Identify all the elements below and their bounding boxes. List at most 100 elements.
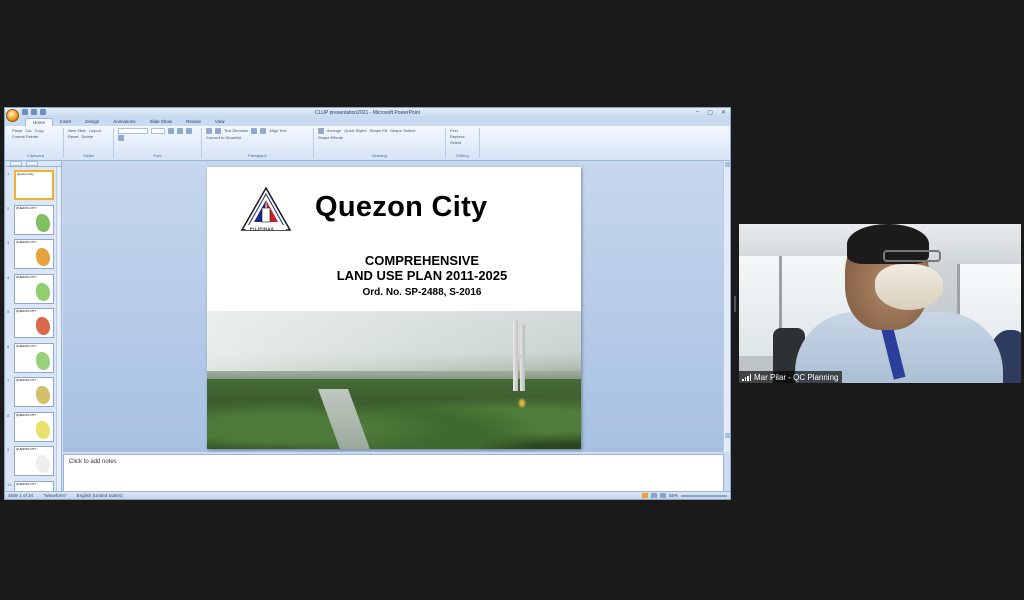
- thumbnail-row[interactable]: 7 QUEZON CITY: [6, 376, 56, 411]
- slide-vertical-scrollbar[interactable]: [723, 161, 730, 452]
- font-size-box[interactable]: [151, 128, 165, 134]
- panel-divider[interactable]: [734, 296, 736, 312]
- align-text-button[interactable]: Align Text: [269, 128, 286, 134]
- thumbnail-number: 9: [7, 447, 10, 452]
- layout-button[interactable]: Layout: [89, 128, 101, 133]
- font-name-box[interactable]: [118, 128, 148, 134]
- powerpoint-window: CLUP presentation2021 - Microsoft PowerP…: [4, 107, 731, 500]
- pane-tabs: [6, 161, 61, 167]
- slide-thumbnail[interactable]: QUEZON CITY: [14, 273, 54, 304]
- slide-sorter-icon[interactable]: [650, 493, 657, 498]
- language-indicator[interactable]: English (United States): [77, 493, 123, 498]
- office-button[interactable]: [6, 109, 19, 122]
- slide-thumbnail[interactable]: Quezon City: [14, 170, 54, 200]
- delete-button[interactable]: Delete: [81, 134, 93, 139]
- thumbnail-row[interactable]: 1 Quezon City: [6, 169, 56, 204]
- shape-fill-button[interactable]: Shape Fill: [369, 128, 387, 134]
- thumbnail-row[interactable]: 8 QUEZON CITY: [6, 411, 56, 446]
- current-slide[interactable]: PILIPINAS Quezon City COMPREHENSIVE LAND…: [207, 167, 581, 449]
- minimize-button[interactable]: –: [696, 109, 699, 116]
- tab-insert[interactable]: Insert: [53, 118, 78, 126]
- participant-video[interactable]: Mar Pilar - QC Planning: [739, 224, 1021, 383]
- tab-design[interactable]: Design: [78, 118, 106, 126]
- copy-button[interactable]: Copy: [34, 128, 43, 133]
- thumbnail-list: 1 Quezon City 2 QUEZON CITY 3 QUEZON CITY 4 QUE…: [6, 169, 56, 499]
- quick-styles-button[interactable]: Quick Styles: [344, 128, 366, 134]
- replace-button[interactable]: Replace: [450, 134, 465, 139]
- thumbnail-row[interactable]: 5 QUEZON CITY: [6, 307, 56, 342]
- format-painter-button[interactable]: Format Painter: [12, 134, 38, 139]
- thumbnail-map-image: [36, 282, 50, 301]
- thumbnail-row[interactable]: 6 QUEZON CITY: [6, 342, 56, 377]
- normal-view-icon[interactable]: [641, 493, 648, 498]
- close-button[interactable]: ✕: [721, 109, 726, 116]
- view-and-zoom: 55%: [641, 493, 727, 498]
- slide-thumbnail-pane: 1 Quezon City 2 QUEZON CITY 3 QUEZON CITY 4 QUE…: [6, 161, 62, 499]
- group-label: Editing: [456, 153, 469, 158]
- zoom-level[interactable]: 55%: [669, 493, 678, 498]
- find-button[interactable]: Find: [450, 128, 458, 133]
- font-color-icon[interactable]: [118, 135, 124, 141]
- slide-thumbnail[interactable]: QUEZON CITY: [14, 446, 54, 476]
- tab-animations[interactable]: Animations: [106, 118, 142, 126]
- slideshow-icon[interactable]: [659, 493, 666, 498]
- thumbnail-row[interactable]: 3 QUEZON CITY: [6, 238, 56, 273]
- theme-name: "Waveform": [43, 493, 67, 498]
- thumbnail-map-image: [36, 213, 50, 232]
- thumbnail-row[interactable]: 4 QUEZON CITY: [6, 273, 56, 308]
- maximize-button[interactable]: ▢: [707, 109, 713, 116]
- thumbnail-title: QUEZON CITY: [16, 343, 37, 348]
- group-label: Font: [153, 153, 162, 158]
- tab-review[interactable]: Review: [179, 118, 208, 126]
- shapes-gallery-icon[interactable]: [318, 128, 324, 134]
- align-center-icon[interactable]: [260, 128, 267, 134]
- thumbnail-number: 4: [7, 274, 10, 280]
- align-left-icon[interactable]: [251, 128, 258, 134]
- bullets-icon[interactable]: [206, 128, 212, 134]
- meeting-stage: CLUP presentation2021 - Microsoft PowerP…: [0, 0, 1024, 600]
- thumbnail-title: QUEZON CITY: [16, 274, 37, 279]
- slide-thumbnail[interactable]: QUEZON CITY: [14, 239, 54, 269]
- slide-thumbnail[interactable]: QUEZON CITY: [14, 342, 54, 373]
- paste-button[interactable]: Paste: [12, 128, 22, 133]
- group-clipboard: Paste Cut Copy Format Painter Clipboard: [8, 128, 64, 158]
- shape-outline-button[interactable]: Shape Outline: [390, 128, 415, 134]
- select-button[interactable]: Select: [450, 140, 461, 145]
- slides-tab[interactable]: [10, 161, 22, 166]
- slide-thumbnail[interactable]: QUEZON CITY: [14, 308, 54, 338]
- convert-smartart-button[interactable]: Convert to SmartArt: [206, 135, 241, 140]
- tab-view[interactable]: View: [208, 118, 232, 126]
- scroll-up-icon[interactable]: [725, 162, 730, 167]
- ribbon: Paste Cut Copy Format Painter Clipboard …: [5, 126, 730, 161]
- thumbnail-row[interactable]: 2 QUEZON CITY: [6, 204, 56, 239]
- notes-pane[interactable]: Click to add notes: [63, 454, 724, 492]
- window-title: CLUP presentation2021 - Microsoft PowerP…: [315, 110, 420, 116]
- slide-subtitle-2: LAND USE PLAN 2011-2025: [336, 268, 508, 283]
- slide-counter: Slide 1 of 34: [8, 493, 34, 498]
- group-label: Clipboard: [26, 153, 45, 158]
- thumbnail-row[interactable]: 9 QUEZON CITY: [6, 445, 56, 480]
- zoom-slider[interactable]: [681, 494, 727, 497]
- slide-thumbnail[interactable]: QUEZON CITY: [14, 411, 54, 442]
- new-slide-button[interactable]: New Slide: [68, 128, 86, 133]
- slide-photo-quezon-memorial: [207, 311, 581, 449]
- thumbnail-map-image: [36, 420, 50, 439]
- outline-tab[interactable]: [26, 161, 38, 166]
- numbering-icon[interactable]: [215, 128, 221, 134]
- participant-name-tag: Mar Pilar - QC Planning: [739, 371, 843, 383]
- thumbnail-scrollbar[interactable]: [56, 167, 61, 491]
- slide-thumbnail[interactable]: QUEZON CITY: [14, 377, 54, 407]
- bold-icon[interactable]: [168, 128, 174, 134]
- tab-home[interactable]: Home: [25, 118, 54, 126]
- slide-thumbnail[interactable]: QUEZON CITY: [14, 204, 54, 235]
- underline-icon[interactable]: [186, 128, 192, 134]
- reset-button[interactable]: Reset: [68, 134, 78, 139]
- scroll-down-icon[interactable]: [725, 433, 730, 438]
- cut-button[interactable]: Cut: [25, 128, 31, 133]
- text-direction-button[interactable]: Text Direction: [224, 128, 248, 134]
- shape-effects-button[interactable]: Shape Effects: [318, 135, 343, 140]
- tab-slide-show[interactable]: Slide Show: [143, 118, 180, 126]
- thumbnail-number: 5: [7, 309, 10, 314]
- arrange-button[interactable]: Arrange: [327, 128, 341, 134]
- italic-icon[interactable]: [177, 128, 183, 134]
